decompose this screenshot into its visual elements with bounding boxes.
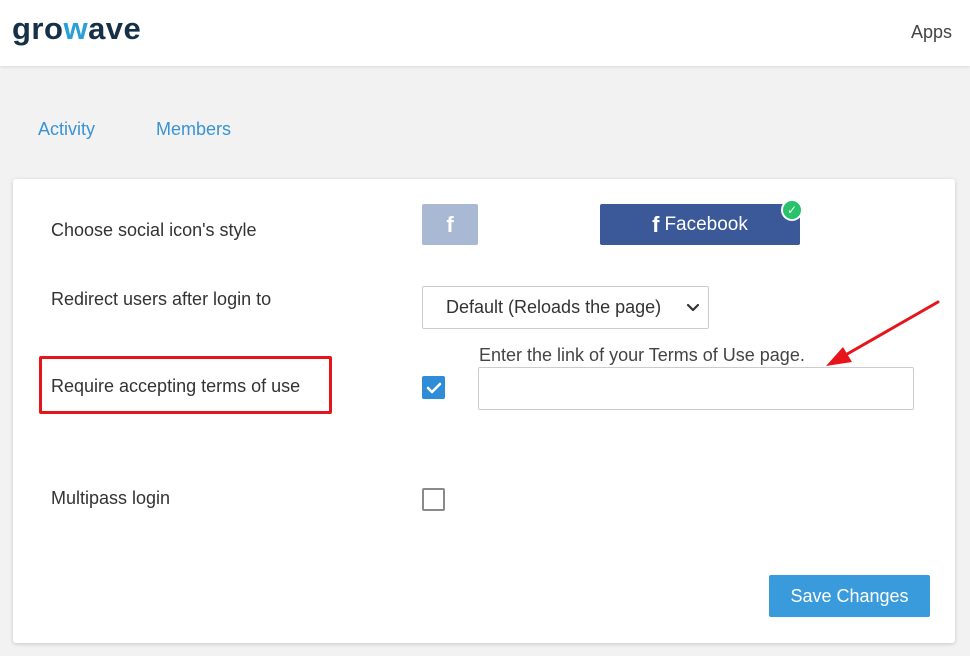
facebook-icon: f [652,211,660,237]
chevron-down-icon [686,303,700,312]
redirect-label: Redirect users after login to [51,289,272,309]
redirect-selected-value: Default (Reloads the page) [446,297,662,317]
facebook-square-style-option[interactable]: f [422,204,478,245]
terms-of-use-label: Require accepting terms of use [51,376,301,396]
terms-link-hint: Enter the link of your Terms of Use page… [479,345,805,365]
settings-card: Choose social icon's style f f Facebook … [13,179,955,643]
selected-check-icon: ✓ [781,199,803,221]
tab-activity[interactable]: Activity [38,118,95,140]
multipass-login-label: Multipass login [51,488,171,508]
social-icon-style-label: Choose social icon's style [51,220,257,240]
top-bar: growave Apps [0,0,970,66]
checkmark-icon [426,382,441,393]
facebook-icon: f [446,211,454,237]
tab-members[interactable]: Members [156,118,231,140]
apps-link[interactable]: Apps [911,21,952,43]
logo-text-accent: w [63,11,89,46]
growave-logo[interactable]: growave [12,10,141,48]
terms-of-use-checkbox[interactable] [422,376,445,399]
terms-link-input[interactable] [478,367,914,410]
redirect-select[interactable]: Default (Reloads the page) [422,286,709,329]
facebook-full-style-option[interactable]: f Facebook [600,204,800,245]
logo-text-start: gro [12,11,64,46]
logo-text-end: ave [88,11,142,46]
facebook-style-label: Facebook [664,213,748,235]
multipass-login-checkbox[interactable] [422,488,445,511]
save-changes-button[interactable]: Save Changes [769,575,930,617]
